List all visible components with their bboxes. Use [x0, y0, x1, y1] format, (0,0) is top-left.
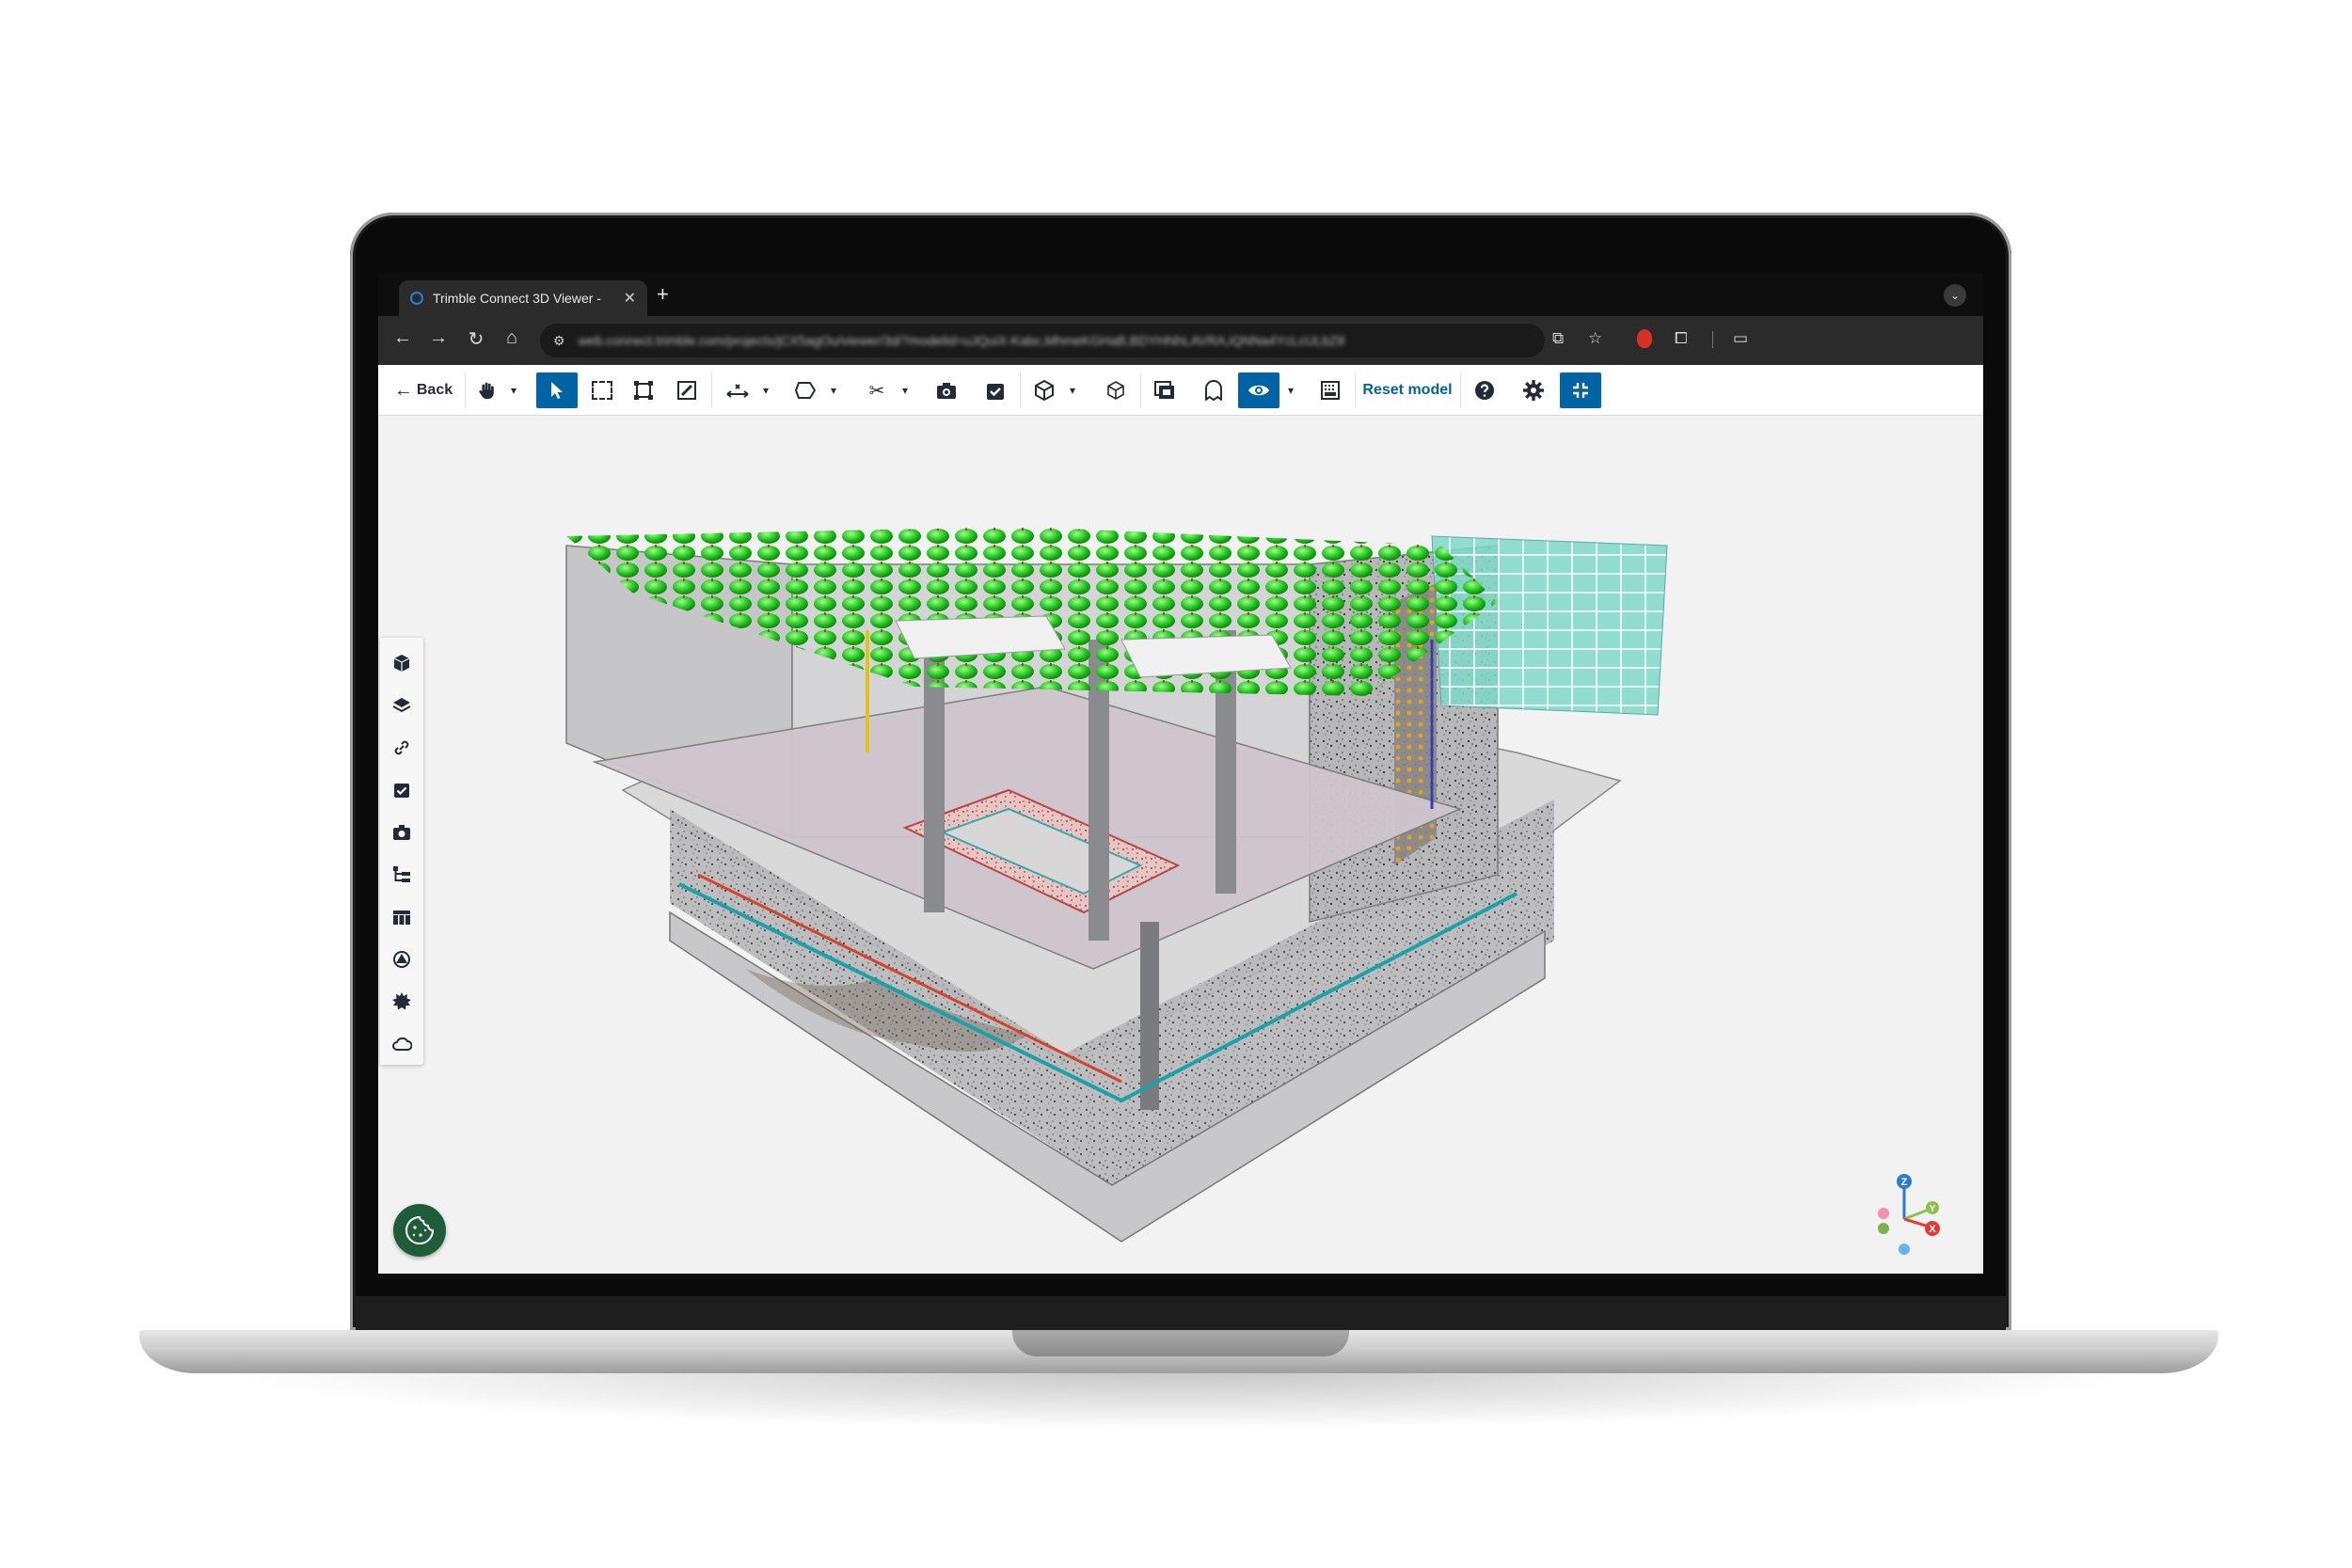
- laptop-shadow: [216, 1373, 2145, 1430]
- measure-dropdown-icon[interactable]: ▾: [756, 372, 775, 408]
- cookie-settings-button[interactable]: [393, 1204, 446, 1257]
- neg-x-axis-handle[interactable]: [1878, 1208, 1889, 1219]
- add-todo-icon[interactable]: [977, 372, 1014, 408]
- toolbar-divider: [711, 372, 712, 408]
- screen: Trimble Connect 3D Viewer - ✕ + ⌄ ← → ↻ …: [378, 273, 1983, 1274]
- toolbar-divider: [1020, 372, 1021, 408]
- teal-facade: [1431, 535, 1668, 716]
- settings-burst-icon[interactable]: [388, 988, 416, 1016]
- tree-structure-icon[interactable]: [388, 861, 416, 889]
- toolbar-divider: [1355, 372, 1356, 408]
- axis-gizmo[interactable]: Z Y X: [1874, 1172, 1949, 1257]
- viewer-toolbar: ← Back ▾ ▾ ▾ ✂ ▾ ▾ ▾ Reset model: [378, 365, 1983, 416]
- browser-tab[interactable]: Trimble Connect 3D Viewer - ✕: [399, 280, 647, 316]
- tab-close-icon[interactable]: ✕: [624, 289, 636, 308]
- render-mode-icon[interactable]: [1146, 372, 1184, 408]
- toolbar-separator: [1712, 331, 1713, 348]
- new-tab-button[interactable]: +: [657, 282, 669, 307]
- wireframe-box-icon[interactable]: [1097, 372, 1135, 408]
- site-settings-icon[interactable]: ⚙: [553, 333, 565, 349]
- home-icon[interactable]: ⌂: [499, 327, 525, 349]
- area-select-icon[interactable]: [583, 372, 621, 408]
- select-arrow-icon: [551, 382, 563, 399]
- select-pointer-button[interactable]: [536, 372, 578, 408]
- toolbar-divider: [465, 372, 466, 408]
- layers-icon[interactable]: [388, 691, 416, 720]
- url-omnibox[interactable]: ⚙ web.connect.trimble.com/projects/jCX5a…: [540, 324, 1545, 357]
- y-axis-label: Y: [1930, 1204, 1936, 1214]
- left-side-panel: [380, 638, 423, 1065]
- visibility-eye-button[interactable]: [1238, 372, 1279, 408]
- browser-address-bar: ← → ↻ ⌂ ⚙ web.connect.trimble.com/projec…: [378, 316, 1983, 365]
- collapse-icon: [1573, 383, 1588, 398]
- exit-fullscreen-button[interactable]: [1560, 372, 1601, 408]
- laptop-notch: [1012, 1330, 1349, 1356]
- bookmark-star-icon[interactable]: ☆: [1588, 329, 1602, 348]
- section-scissors-icon[interactable]: ✂: [858, 372, 896, 408]
- neg-y-axis-handle[interactable]: [1878, 1223, 1889, 1234]
- back-arrow-icon: ←: [393, 379, 413, 401]
- reset-model-button[interactable]: Reset model: [1360, 372, 1454, 408]
- cookie-icon: [405, 1215, 435, 1244]
- pan-dropdown-icon[interactable]: ▾: [504, 372, 523, 408]
- section-dropdown-icon[interactable]: ▾: [896, 372, 914, 408]
- neg-z-axis-handle[interactable]: [1899, 1243, 1910, 1255]
- url-text[interactable]: web.connect.trimble.com/projects/jCX5agO…: [579, 333, 1501, 348]
- toolbar-divider: [1460, 372, 1461, 408]
- camera-views-icon[interactable]: [388, 818, 416, 847]
- back-label: Back: [416, 382, 453, 398]
- help-icon[interactable]: [1466, 372, 1503, 408]
- tab-search-menu-icon[interactable]: ⌄: [1944, 284, 1966, 307]
- measure-icon[interactable]: [719, 372, 756, 408]
- cast-icon[interactable]: ▭: [1733, 329, 1748, 348]
- back-button[interactable]: ← Back: [388, 372, 459, 408]
- table-icon[interactable]: [388, 903, 416, 931]
- ghost-icon[interactable]: [1195, 372, 1232, 408]
- tab-title: Trimble Connect 3D Viewer -: [433, 291, 601, 306]
- laptop-bezel-bottom: [356, 1296, 2006, 1330]
- clash-icon[interactable]: [388, 945, 416, 974]
- extensions-puzzle-icon[interactable]: ⧠: [1675, 329, 1688, 348]
- cloud-icon[interactable]: [388, 1030, 416, 1058]
- markup-pen-icon[interactable]: [668, 372, 706, 408]
- reload-icon[interactable]: ↻: [463, 327, 489, 351]
- eye-icon: [1248, 385, 1269, 396]
- view-cube-icon[interactable]: [1025, 372, 1063, 408]
- 3d-model-render[interactable]: [557, 527, 1808, 1260]
- extension-red-icon[interactable]: [1637, 329, 1652, 348]
- pan-hand-icon[interactable]: [469, 372, 504, 408]
- back-arrow-icon[interactable]: ←: [389, 327, 416, 349]
- forward-arrow-icon[interactable]: →: [425, 327, 452, 349]
- snapshot-camera-icon[interactable]: [928, 372, 965, 408]
- trimble-favicon-icon: [410, 292, 423, 305]
- point-cloud-icon[interactable]: [1311, 372, 1349, 408]
- fit-to-view-icon[interactable]: [625, 372, 662, 408]
- x-axis-label: X: [1929, 1224, 1936, 1235]
- z-axis-label: Z: [1901, 1177, 1908, 1188]
- install-app-icon[interactable]: ⧉: [1552, 329, 1564, 348]
- 3d-viewport[interactable]: Z Y X: [378, 416, 1983, 1274]
- link-icon[interactable]: [388, 734, 416, 762]
- model-cube-icon[interactable]: [388, 649, 416, 677]
- settings-gear-icon[interactable]: [1515, 372, 1552, 408]
- todo-check-icon[interactable]: [388, 776, 416, 804]
- toolbar-divider: [1140, 372, 1141, 408]
- sketch-shape-icon[interactable]: [787, 372, 824, 408]
- visibility-dropdown-icon[interactable]: ▾: [1281, 372, 1300, 408]
- sketch-dropdown-icon[interactable]: ▾: [824, 372, 843, 408]
- view-dropdown-icon[interactable]: ▾: [1063, 372, 1082, 408]
- browser-tab-strip: Trimble Connect 3D Viewer - ✕ + ⌄: [378, 273, 1983, 316]
